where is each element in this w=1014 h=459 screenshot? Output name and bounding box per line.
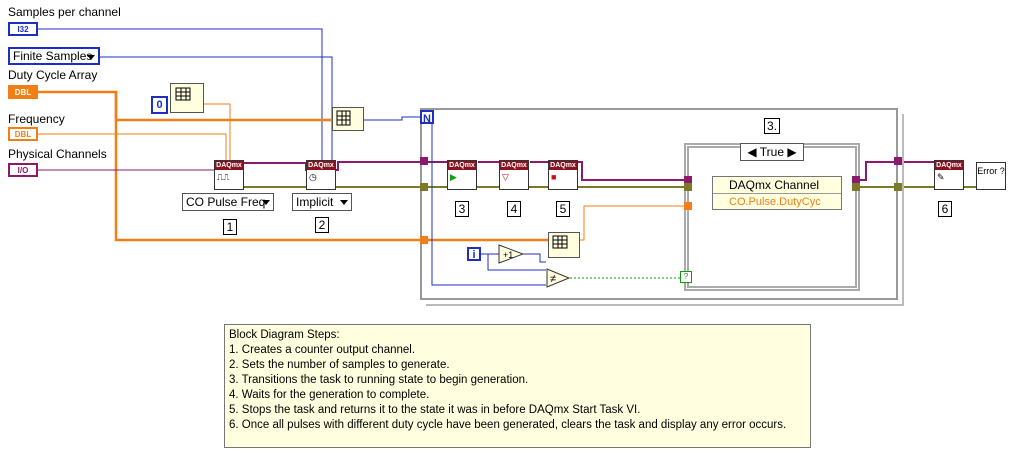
- note-line: 4. Waits for the generation to complete.: [229, 389, 430, 401]
- index-array-loop-node[interactable]: [548, 232, 580, 258]
- step-1-label: 1: [223, 219, 237, 235]
- vi-header: DAQmx: [500, 161, 528, 170]
- chevron-down-icon: [87, 55, 95, 60]
- daqmx-wait-until-done-vi[interactable]: DAQmx ▽: [499, 160, 529, 190]
- daqmx-stop-task-vi[interactable]: DAQmx ■: [548, 160, 578, 190]
- task-tunnel: [420, 157, 428, 165]
- note-line: 3. Transitions the task to running state…: [229, 374, 529, 386]
- co-pulse-freq-ring[interactable]: CO Pulse Freq: [182, 193, 274, 211]
- error-out-tunnel: [894, 183, 902, 191]
- property-node-class: DAQmx Channel: [713, 177, 841, 194]
- play-icon: ▶: [450, 172, 457, 182]
- frequency-terminal[interactable]: DBL: [8, 127, 38, 141]
- step-6-label: 6: [938, 201, 952, 217]
- vi-header: DAQmx: [307, 161, 335, 170]
- svg-text:+1: +1: [503, 250, 513, 260]
- step-3-label: 3: [455, 201, 469, 217]
- pulse-train-icon: ⎍⎍: [217, 172, 230, 182]
- note-line: 6. Once all pulses with different duty c…: [229, 419, 787, 431]
- task-out-tunnel: [894, 157, 902, 165]
- increment-node[interactable]: +1: [498, 244, 524, 264]
- stop-icon: ■: [551, 172, 557, 182]
- note-line: 1. Creates a counter output channel.: [229, 344, 416, 356]
- case-error-out-tunnel: [852, 183, 860, 191]
- wait-icon: ▽: [502, 172, 509, 182]
- loop-iteration-terminal[interactable]: i: [467, 247, 481, 261]
- note-line: 5. Stops the task and returns it to the …: [229, 404, 641, 416]
- grid-icon: [552, 235, 568, 249]
- step-4-label: 4: [507, 201, 521, 217]
- index-constant[interactable]: 0: [151, 96, 168, 114]
- array-size-node[interactable]: [332, 107, 364, 131]
- daqmx-start-task-vi[interactable]: DAQmx ▶: [447, 160, 477, 190]
- vi-header: DAQmx: [935, 161, 963, 170]
- step-3-case-label: 3.: [764, 118, 780, 134]
- implicit-ring[interactable]: Implicit: [292, 193, 352, 211]
- case-error-tunnel: [684, 183, 692, 191]
- case-selector-terminal: ?: [680, 271, 692, 283]
- index-array-node[interactable]: [170, 83, 204, 113]
- case-selector-value: True: [759, 145, 784, 159]
- array-tunnel: [420, 236, 428, 244]
- property-node-property[interactable]: CO.Pulse.DutyCyc: [713, 194, 841, 210]
- samples-per-channel-terminal[interactable]: I32: [8, 22, 38, 36]
- sample-mode-ring[interactable]: Finite Samples: [8, 47, 100, 65]
- not-equal-node[interactable]: ≠: [546, 268, 570, 288]
- loop-count-terminal[interactable]: N: [420, 110, 434, 125]
- daqmx-timing-vi[interactable]: DAQmx ◷: [306, 160, 336, 190]
- property-node[interactable]: DAQmx Channel CO.Pulse.DutyCyc: [712, 176, 842, 210]
- frequency-label: Frequency: [8, 112, 65, 126]
- sample-mode-value: Finite Samples: [13, 49, 93, 63]
- duty-cycle-array-label: Duty Cycle Array: [8, 68, 98, 82]
- physical-channels-terminal[interactable]: I/O: [8, 163, 38, 177]
- note-title: Block Diagram Steps:: [229, 329, 340, 341]
- error-handler-vi[interactable]: Error ?: [976, 162, 1006, 190]
- vi-header: DAQmx: [448, 161, 476, 170]
- error-tunnel: [420, 183, 428, 191]
- case-prev-icon[interactable]: ◀: [747, 145, 756, 159]
- step-5-label: 5: [556, 201, 570, 217]
- samples-per-channel-label: Samples per channel: [8, 5, 121, 19]
- case-structure[interactable]: [684, 143, 860, 291]
- clock-icon: ◷: [309, 172, 317, 182]
- grid-icon: [175, 87, 191, 101]
- co-pulse-freq-value: CO Pulse Freq: [186, 195, 266, 209]
- chevron-down-icon: [340, 200, 348, 205]
- daqmx-clear-task-vi[interactable]: DAQmx ✎: [934, 160, 964, 190]
- physical-channels-label: Physical Channels: [8, 147, 107, 161]
- case-selector[interactable]: ◀ True ▶: [740, 143, 804, 161]
- note-line: 2. Sets the number of samples to generat…: [229, 359, 450, 371]
- daqmx-create-channel-vi[interactable]: DAQmx ⎍⎍: [214, 160, 244, 190]
- eraser-icon: ✎: [937, 172, 945, 182]
- chevron-down-icon: [262, 200, 270, 205]
- vi-header: DAQmx: [549, 161, 577, 170]
- implicit-value: Implicit: [296, 195, 334, 209]
- duty-cycle-array-terminal[interactable]: DBL: [8, 85, 38, 99]
- case-dbl-tunnel: [684, 202, 692, 210]
- block-diagram-steps-note: Block Diagram Steps: 1. Creates a counte…: [224, 324, 811, 448]
- svg-text:≠: ≠: [550, 273, 556, 285]
- case-next-icon[interactable]: ▶: [787, 145, 796, 159]
- vi-header: DAQmx: [215, 161, 243, 170]
- step-2-label: 2: [315, 217, 329, 233]
- array-size-icon: [336, 110, 351, 126]
